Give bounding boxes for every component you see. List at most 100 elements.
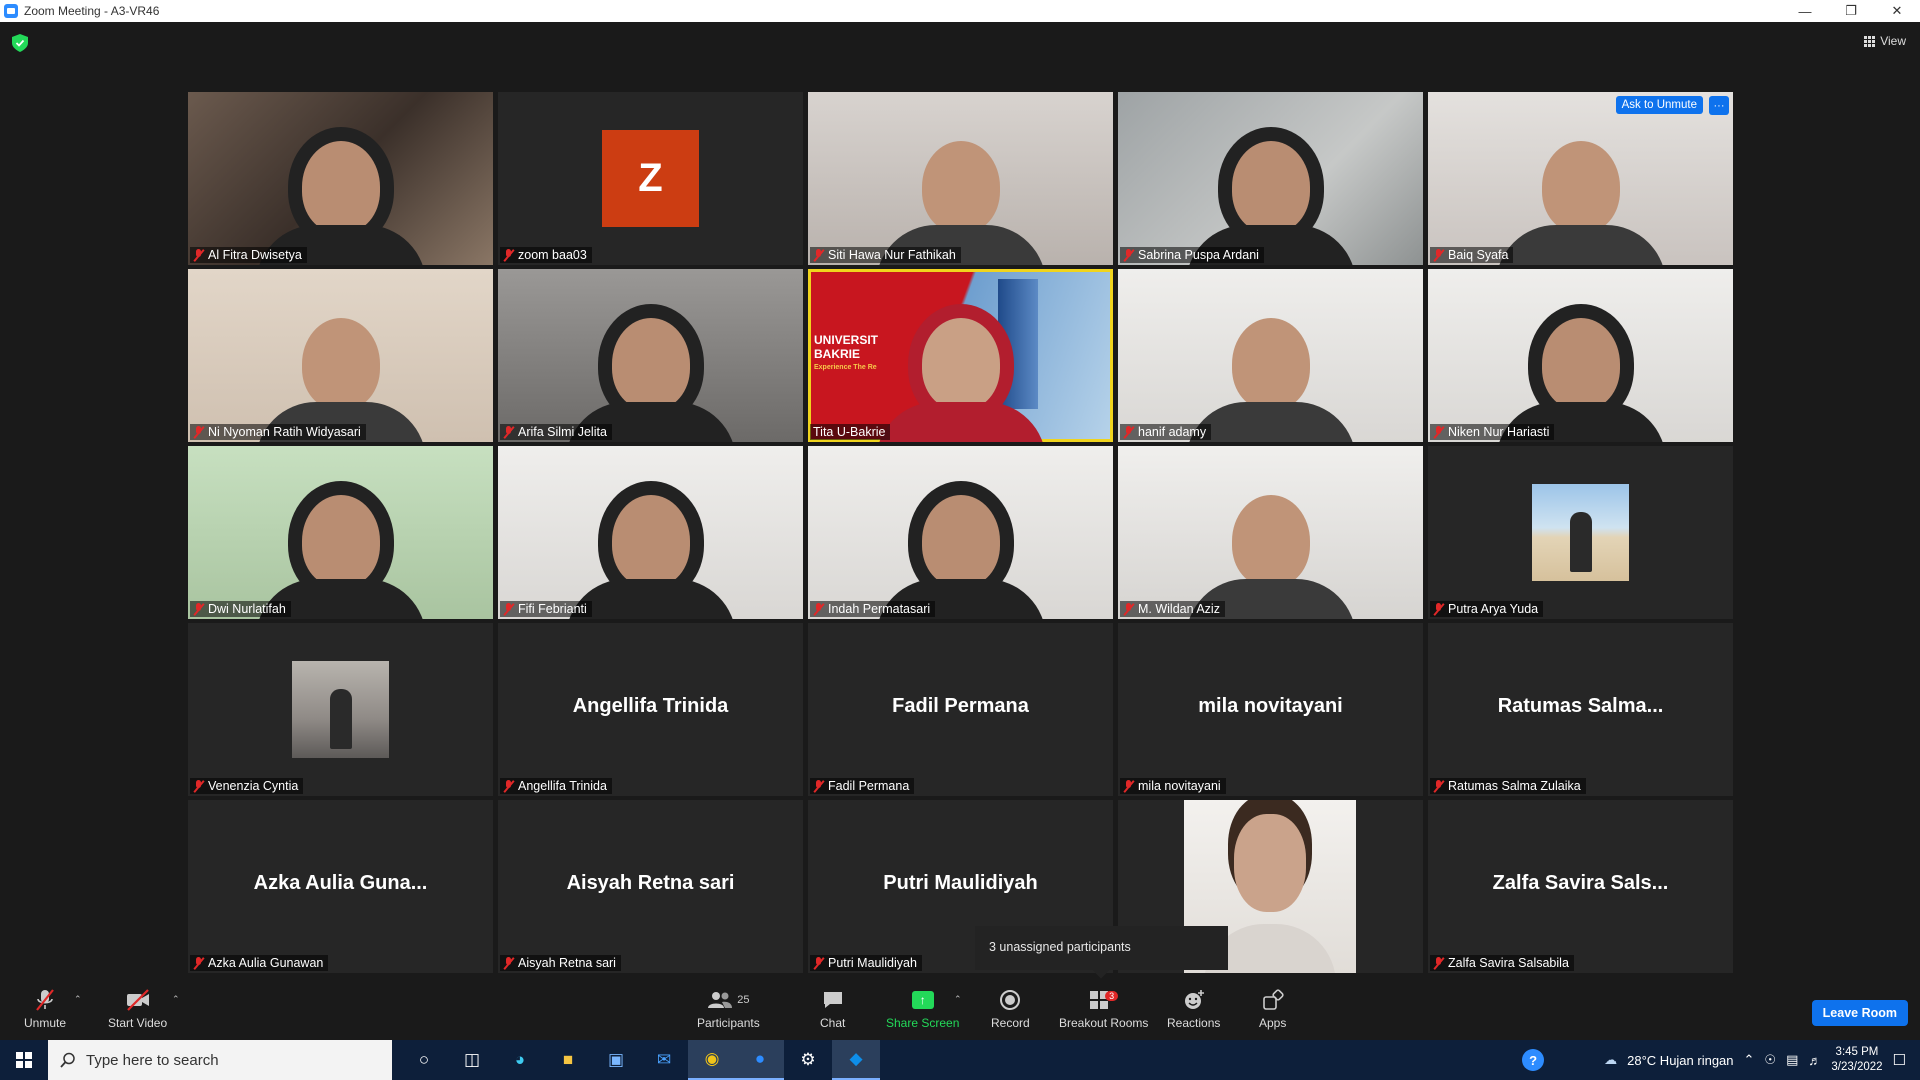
start-button[interactable] xyxy=(0,1040,48,1080)
record-button[interactable]: Record xyxy=(991,988,1030,1030)
participant-tile[interactable]: Azka Aulia Guna... Azka Aulia Gunawan xyxy=(188,800,493,973)
audio-options-chevron-icon[interactable]: ⌃ xyxy=(74,994,82,1005)
help-icon[interactable]: ? xyxy=(1522,1049,1545,1071)
participant-name: mila novitayani xyxy=(1138,779,1221,793)
weather-text[interactable]: 28°C Hujan ringan xyxy=(1627,1053,1733,1068)
taskbar-clock[interactable]: 3:45 PM 3/23/2022 xyxy=(1831,1045,1882,1075)
file-explorer-icon[interactable]: ■ xyxy=(544,1040,592,1080)
reactions-button[interactable]: Reactions xyxy=(1167,988,1220,1030)
apps-button[interactable]: Apps xyxy=(1259,988,1286,1030)
participant-name: hanif adamy xyxy=(1138,425,1207,439)
participant-name-bar: Niken Nur Hariasti xyxy=(1430,424,1555,440)
breakout-rooms-button[interactable]: 3 Breakout Rooms xyxy=(1059,988,1148,1030)
participant-name: Ratumas Salma Zulaika xyxy=(1448,779,1581,793)
participant-display-name: Angellifa Trinida xyxy=(572,695,729,717)
participant-tile[interactable]: Ask to Unmute ··· Baiq Syafa xyxy=(1428,92,1733,265)
participant-name-bar: Fifi Febrianti xyxy=(500,601,592,617)
virtual-background-text: UNIVERSIT BAKRIE Experience The Re xyxy=(814,333,879,371)
microsoft-store-icon[interactable]: ▣ xyxy=(592,1040,640,1080)
participant-tile[interactable]: Niken Nur Hariasti xyxy=(1428,269,1733,442)
start-video-button[interactable]: Start Video xyxy=(108,988,167,1030)
video-off-icon xyxy=(125,988,151,1012)
record-icon xyxy=(999,988,1021,1012)
participant-name-bar: Aisyah Retna sari xyxy=(500,955,621,971)
participant-tile[interactable]: Dwi Nurlatifah xyxy=(188,446,493,619)
settings-gear-icon[interactable]: ⚙ xyxy=(784,1040,832,1080)
participant-tile[interactable]: Indah Permatasari xyxy=(808,446,1113,619)
leave-room-button[interactable]: Leave Room xyxy=(1811,1000,1908,1026)
participant-tile[interactable]: Venenzia Cyntia xyxy=(188,623,493,796)
participant-name: zoom baa03 xyxy=(518,248,587,262)
participant-tile[interactable]: mila novitayani mila novitayani xyxy=(1118,623,1423,796)
participant-tile[interactable]: Z zoom baa03 xyxy=(498,92,803,265)
tray-chevron-up-icon[interactable]: ⌃ xyxy=(1744,1052,1755,1068)
participant-name: Tita U-Bakrie xyxy=(813,425,886,439)
participant-name: Niken Nur Hariasti xyxy=(1448,425,1550,439)
participant-tile[interactable]: Fifi Febrianti xyxy=(498,446,803,619)
apps-icon xyxy=(1262,988,1284,1012)
taskbar-search[interactable]: Type here to search xyxy=(48,1040,392,1080)
chat-icon xyxy=(822,988,844,1012)
start-video-label: Start Video xyxy=(108,1016,168,1030)
participant-display-name: Aisyah Retna sari xyxy=(566,872,735,894)
participant-name-bar: Azka Aulia Gunawan xyxy=(190,955,329,971)
more-options-icon[interactable]: ··· xyxy=(1709,96,1729,115)
chrome-icon[interactable]: ◉ xyxy=(688,1040,736,1080)
unassigned-participants-popup[interactable]: 3 unassigned participants xyxy=(975,926,1228,970)
muted-mic-icon xyxy=(1123,248,1134,262)
participant-tile[interactable]: Arifa Silmi Jelita xyxy=(498,269,803,442)
participant-tile[interactable]: Al Fitra Dwisetya xyxy=(188,92,493,265)
microphone-icon[interactable]: ☉ xyxy=(1764,1052,1776,1068)
restore-icon[interactable]: ❐ xyxy=(1828,0,1874,22)
participant-name: Siti Hawa Nur Fathikah xyxy=(828,248,956,262)
participants-label: Participants xyxy=(697,1016,760,1030)
edge-icon[interactable]: ◕ xyxy=(496,1040,544,1080)
share-screen-button[interactable]: ↑ Share Screen xyxy=(886,988,959,1030)
participant-tile[interactable]: UNIVERSIT BAKRIE Experience The Re Tita U-… xyxy=(808,269,1113,442)
network-icon[interactable]: ▤ xyxy=(1786,1052,1798,1068)
security-shield-icon[interactable] xyxy=(12,34,28,52)
chat-button[interactable]: Chat xyxy=(820,988,845,1030)
minimize-icon[interactable]: — xyxy=(1782,0,1828,22)
unmute-button[interactable]: Unmute xyxy=(24,988,66,1030)
breakout-badge: 3 xyxy=(1105,991,1119,1001)
participant-tile[interactable]: Angellifa Trinida Angellifa Trinida xyxy=(498,623,803,796)
video-options-chevron-icon[interactable]: ⌃ xyxy=(172,994,180,1005)
participant-tile[interactable]: Ratumas Salma... Ratumas Salma Zulaika xyxy=(1428,623,1733,796)
participant-tile[interactable]: Aisyah Retna sari Aisyah Retna sari xyxy=(498,800,803,973)
participants-button[interactable]: 25 Participants xyxy=(697,988,760,1030)
participant-name: Zalfa Savira Salsabila xyxy=(1448,956,1569,970)
participant-display-name: Azka Aulia Guna... xyxy=(253,872,428,894)
smiley-plus-icon xyxy=(1182,988,1206,1012)
meeting-area: View Al Fitra Dwisetya Z zoom baa03 Siti … xyxy=(0,22,1920,980)
mail-icon[interactable]: ✉ xyxy=(640,1040,688,1080)
zoom-taskbar-icon[interactable]: ● xyxy=(736,1040,784,1080)
share-options-chevron-icon[interactable]: ⌃ xyxy=(954,994,962,1005)
volume-icon[interactable]: ♬ xyxy=(1808,1053,1821,1068)
participant-tile[interactable]: hanif adamy xyxy=(1118,269,1423,442)
participant-tile[interactable]: Zalfa Savira Sals... Zalfa Savira Salsab… xyxy=(1428,800,1733,973)
meeting-toolbar: Unmute ⌃ Start Video ⌃ 25 Participants C… xyxy=(0,980,1920,1040)
chat-label: Chat xyxy=(820,1016,846,1030)
view-button[interactable]: View xyxy=(1864,34,1906,48)
participant-tile[interactable]: Fadil Permana Fadil Permana xyxy=(808,623,1113,796)
participant-tile[interactable]: Putra Arya Yuda xyxy=(1428,446,1733,619)
participant-tile[interactable]: Sabrina Puspa Ardani xyxy=(1118,92,1423,265)
breakout-rooms-icon: 3 xyxy=(1089,988,1119,1012)
participant-name: Arifa Silmi Jelita xyxy=(518,425,607,439)
participant-tile[interactable]: Ni Nyoman Ratih Widyasari xyxy=(188,269,493,442)
cortana-icon[interactable]: ○ xyxy=(400,1040,448,1080)
participant-name: M. Wildan Aziz xyxy=(1138,602,1220,616)
participant-name-bar: Indah Permatasari xyxy=(810,601,936,617)
task-view-icon[interactable]: ◫ xyxy=(448,1040,496,1080)
participant-name-bar: mila novitayani xyxy=(1120,778,1226,794)
close-icon[interactable]: ✕ xyxy=(1874,0,1920,22)
taskbar-apps: ○ ◫ ◕ ■ ▣ ✉ ◉ ● ⚙ ◆ xyxy=(400,1040,880,1080)
teamviewer-icon[interactable]: ◆ xyxy=(832,1040,880,1080)
participant-name-bar: Zalfa Savira Salsabila xyxy=(1430,955,1574,971)
share-screen-icon: ↑ xyxy=(911,988,934,1012)
participant-tile[interactable]: M. Wildan Aziz xyxy=(1118,446,1423,619)
participant-tile[interactable]: Siti Hawa Nur Fathikah xyxy=(808,92,1113,265)
ask-to-unmute-button[interactable]: Ask to Unmute xyxy=(1615,96,1703,114)
notifications-icon[interactable]: ☐ xyxy=(1893,1051,1906,1069)
